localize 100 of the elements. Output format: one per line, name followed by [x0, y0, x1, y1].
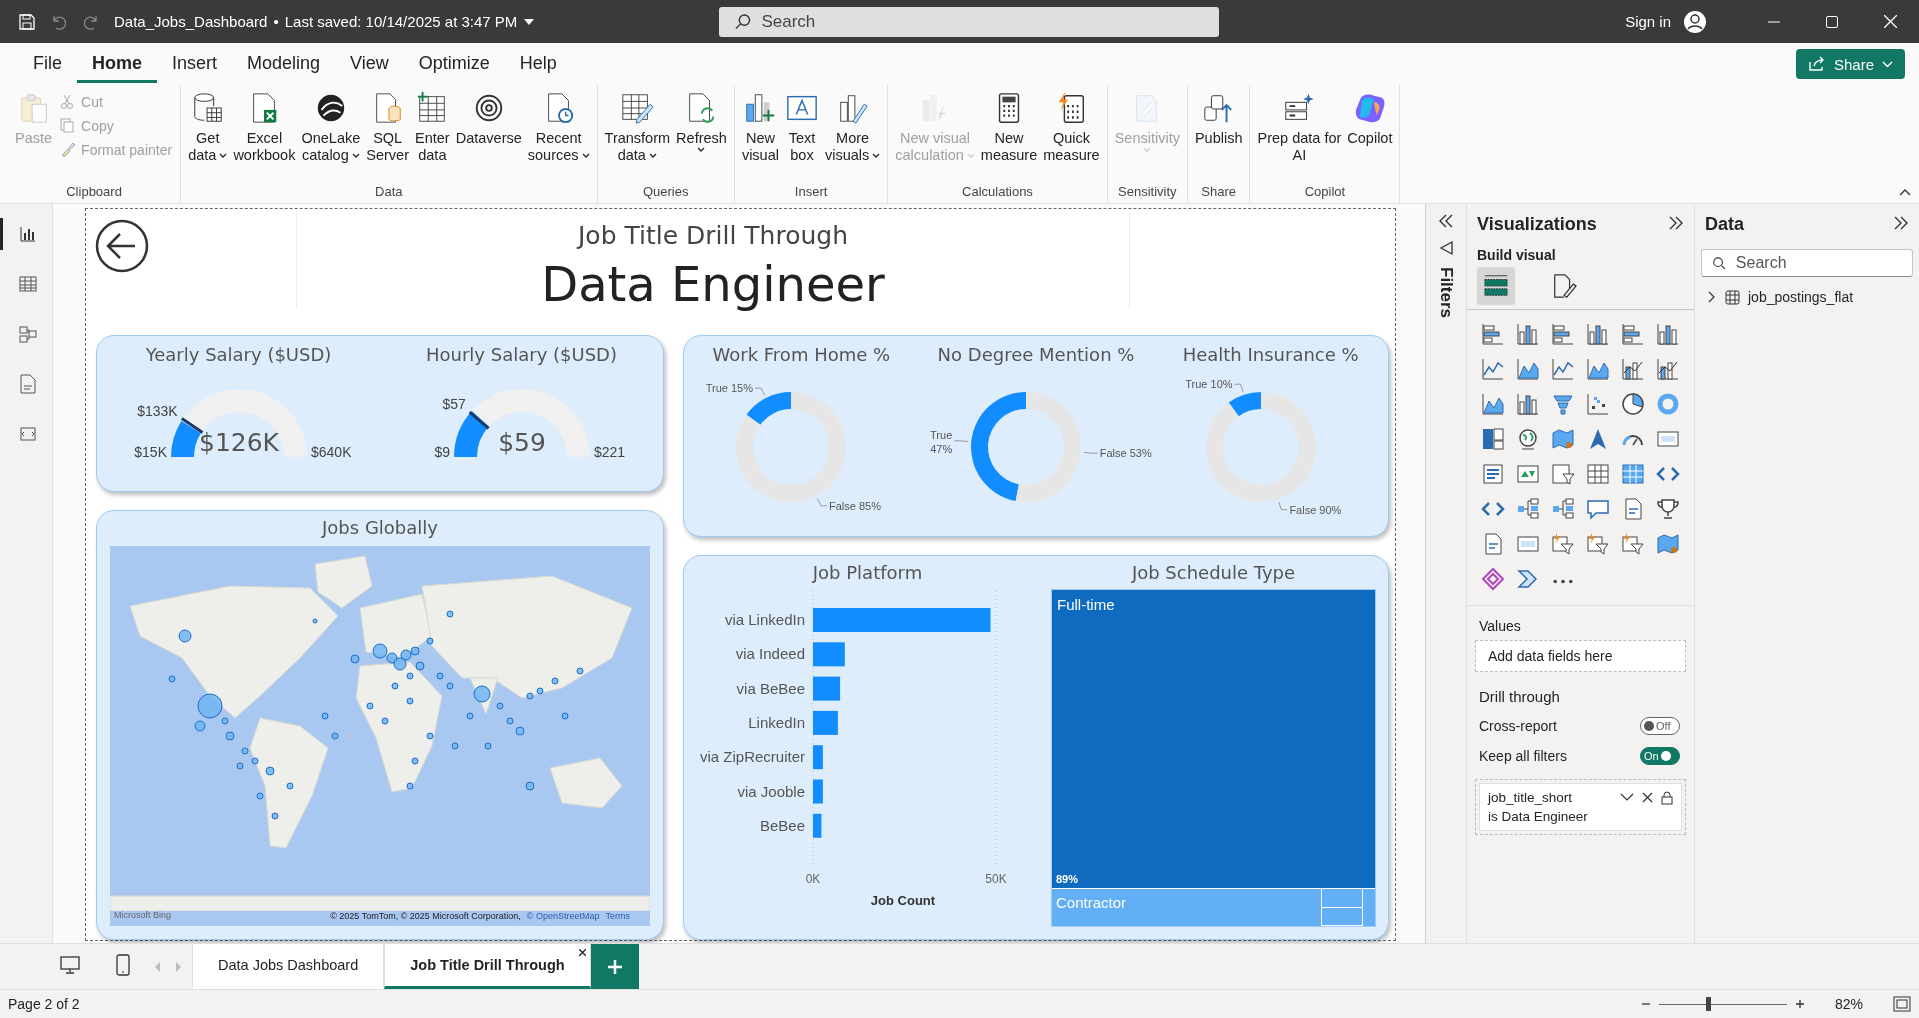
visual-type-button[interactable]: [1551, 357, 1575, 381]
matrix-icon: [1621, 462, 1645, 486]
page-tab[interactable]: Data Jobs Dashboard: [192, 944, 385, 989]
map-link[interactable]: © OpenStreetMap: [526, 911, 600, 921]
group-label: Queries: [641, 183, 690, 201]
visual-type-button[interactable]: [1551, 532, 1575, 556]
ribbon-button[interactable]: Get data: [185, 91, 231, 182]
toggle-switch[interactable]: Off: [1640, 717, 1680, 735]
chart-title: Job Schedule Type: [1130, 562, 1297, 583]
field-list-icon: [1483, 273, 1509, 299]
ribbon-button[interactable]: New measure: [977, 91, 1041, 182]
ribbon-button[interactable]: Refresh: [673, 91, 730, 182]
ribbon-button[interactable]: Excel workbook: [230, 91, 299, 182]
toggle-switch[interactable]: On: [1640, 747, 1680, 765]
visual-type-button[interactable]: [1656, 497, 1680, 521]
menu-tab[interactable]: View: [335, 45, 404, 83]
trophy-icon: [1656, 497, 1680, 521]
visual-type-button[interactable]: [1621, 392, 1645, 416]
globe-icon: [1516, 427, 1540, 451]
visual-type-button[interactable]: [1481, 322, 1505, 346]
ribbon-button[interactable]: Enter data: [412, 91, 453, 182]
ribbon-button[interactable]: SQL Server: [363, 91, 412, 182]
mobile-layout-button[interactable]: [116, 954, 130, 979]
build-tab[interactable]: [1477, 267, 1515, 305]
ribbon-button[interactable]: Recent sources: [524, 91, 593, 182]
card-title: Hourly Salary ($USD): [426, 344, 617, 365]
axis-label: BeBee: [759, 816, 805, 834]
data-label: True 10%: [1184, 378, 1233, 391]
visual-type-button[interactable]: [1516, 497, 1540, 521]
visual-type-button[interactable]: [1481, 567, 1505, 591]
visual-type-button[interactable]: [1551, 497, 1575, 521]
menu-tab[interactable]: Insert: [157, 45, 233, 83]
column-chart-icon: [1516, 322, 1540, 346]
search-field[interactable]: Search: [1733, 253, 1902, 273]
search-box[interactable]: Search: [718, 6, 1219, 37]
query-document-icon: [18, 374, 37, 394]
visual-type-button[interactable]: [1551, 462, 1575, 486]
visual-type-button[interactable]: [1621, 357, 1645, 381]
visual-type-button[interactable]: [1656, 357, 1680, 381]
area-chart-icon: [1481, 392, 1505, 416]
visual-type-button[interactable]: [1516, 392, 1540, 416]
ribbon-button[interactable]: New visual: [738, 91, 782, 182]
leader-line: [754, 387, 766, 396]
visual-type-button[interactable]: [1586, 392, 1610, 416]
menu-tab[interactable]: Help: [504, 45, 572, 83]
visual-type-button[interactable]: [1586, 532, 1610, 556]
visual-type-button[interactable]: [1516, 567, 1540, 591]
visual-type-button[interactable]: [1481, 357, 1505, 381]
visual-type-button[interactable]: [1551, 322, 1575, 346]
visual-type-button[interactable]: [1656, 322, 1680, 346]
combo-chart-icon: [1621, 357, 1645, 381]
search-box[interactable]: Search: [1701, 249, 1913, 277]
visual-type-button[interactable]: [1516, 322, 1540, 346]
table-item[interactable]: job_postings_flat: [1695, 287, 1919, 307]
visual-type-button[interactable]: [1621, 532, 1645, 556]
drop-zone[interactable]: Add data fields here: [1475, 640, 1686, 672]
desktop-layout-button[interactable]: [60, 956, 80, 977]
visual-type-button[interactable]: [1516, 427, 1540, 451]
share-button[interactable]: Share: [1795, 49, 1905, 79]
bar: [813, 745, 823, 770]
group-label: Copilot: [1303, 183, 1347, 201]
back-button[interactable]: [94, 219, 150, 275]
menu-tab[interactable]: Modeling: [232, 45, 336, 83]
double-chevron-left-icon: [1438, 214, 1454, 228]
visual-type-button[interactable]: [1586, 322, 1610, 346]
leader-line: [1233, 383, 1244, 393]
chart-title: Work From Home %: [712, 344, 891, 365]
gauge-min: $9: [433, 444, 450, 460]
ribbon-button[interactable]: Copilot: [1344, 91, 1396, 182]
ribbon-button[interactable]: OneLake catalog: [298, 91, 364, 182]
map-icon: [1656, 532, 1680, 556]
page-tab[interactable]: Job Title Drill Through: [384, 944, 591, 989]
filters-label[interactable]: Filters: [1436, 267, 1456, 319]
search-field[interactable]: Search: [759, 10, 1203, 33]
leader-line: [1083, 451, 1099, 454]
ribbon-button[interactable]: Prep data for AI: [1254, 91, 1345, 182]
page-title: Data Engineer: [541, 256, 885, 312]
ribbon-button[interactable]: Quick measure: [1040, 91, 1103, 182]
slider-thumb[interactable]: [1705, 997, 1711, 1011]
visual-type-button[interactable]: [1481, 427, 1505, 451]
map-link[interactable]: Terms: [605, 911, 630, 921]
map-logo: Microsoft Bing: [114, 910, 172, 920]
visual-type-button[interactable]: [1586, 462, 1610, 486]
visual-type-button[interactable]: [1621, 322, 1645, 346]
ribbon-button[interactable]: Text box: [781, 91, 822, 182]
ribbon-button[interactable]: Dataverse: [452, 91, 525, 182]
add-page-button[interactable]: [590, 944, 639, 989]
visual-type-button[interactable]: [1481, 462, 1505, 486]
group-label: Data: [374, 183, 404, 201]
sign-in-link[interactable]: Sign in: [1625, 13, 1671, 30]
menu-tab[interactable]: Optimize: [403, 45, 505, 83]
map-icon: [1551, 427, 1575, 451]
ribbon-button[interactable]: Transform data: [601, 91, 674, 182]
menu-tab[interactable]: File: [18, 45, 77, 83]
ribbon-button[interactable]: Publish: [1191, 91, 1246, 182]
ribbon-button[interactable]: More visuals: [821, 91, 884, 182]
map-attribution: © 2025 TomTom, © 2025 Microsoft Corporation,: [330, 911, 521, 921]
column-chart-icon: [1586, 322, 1610, 346]
next-icon: [175, 961, 182, 972]
leader-line: [1278, 501, 1288, 511]
